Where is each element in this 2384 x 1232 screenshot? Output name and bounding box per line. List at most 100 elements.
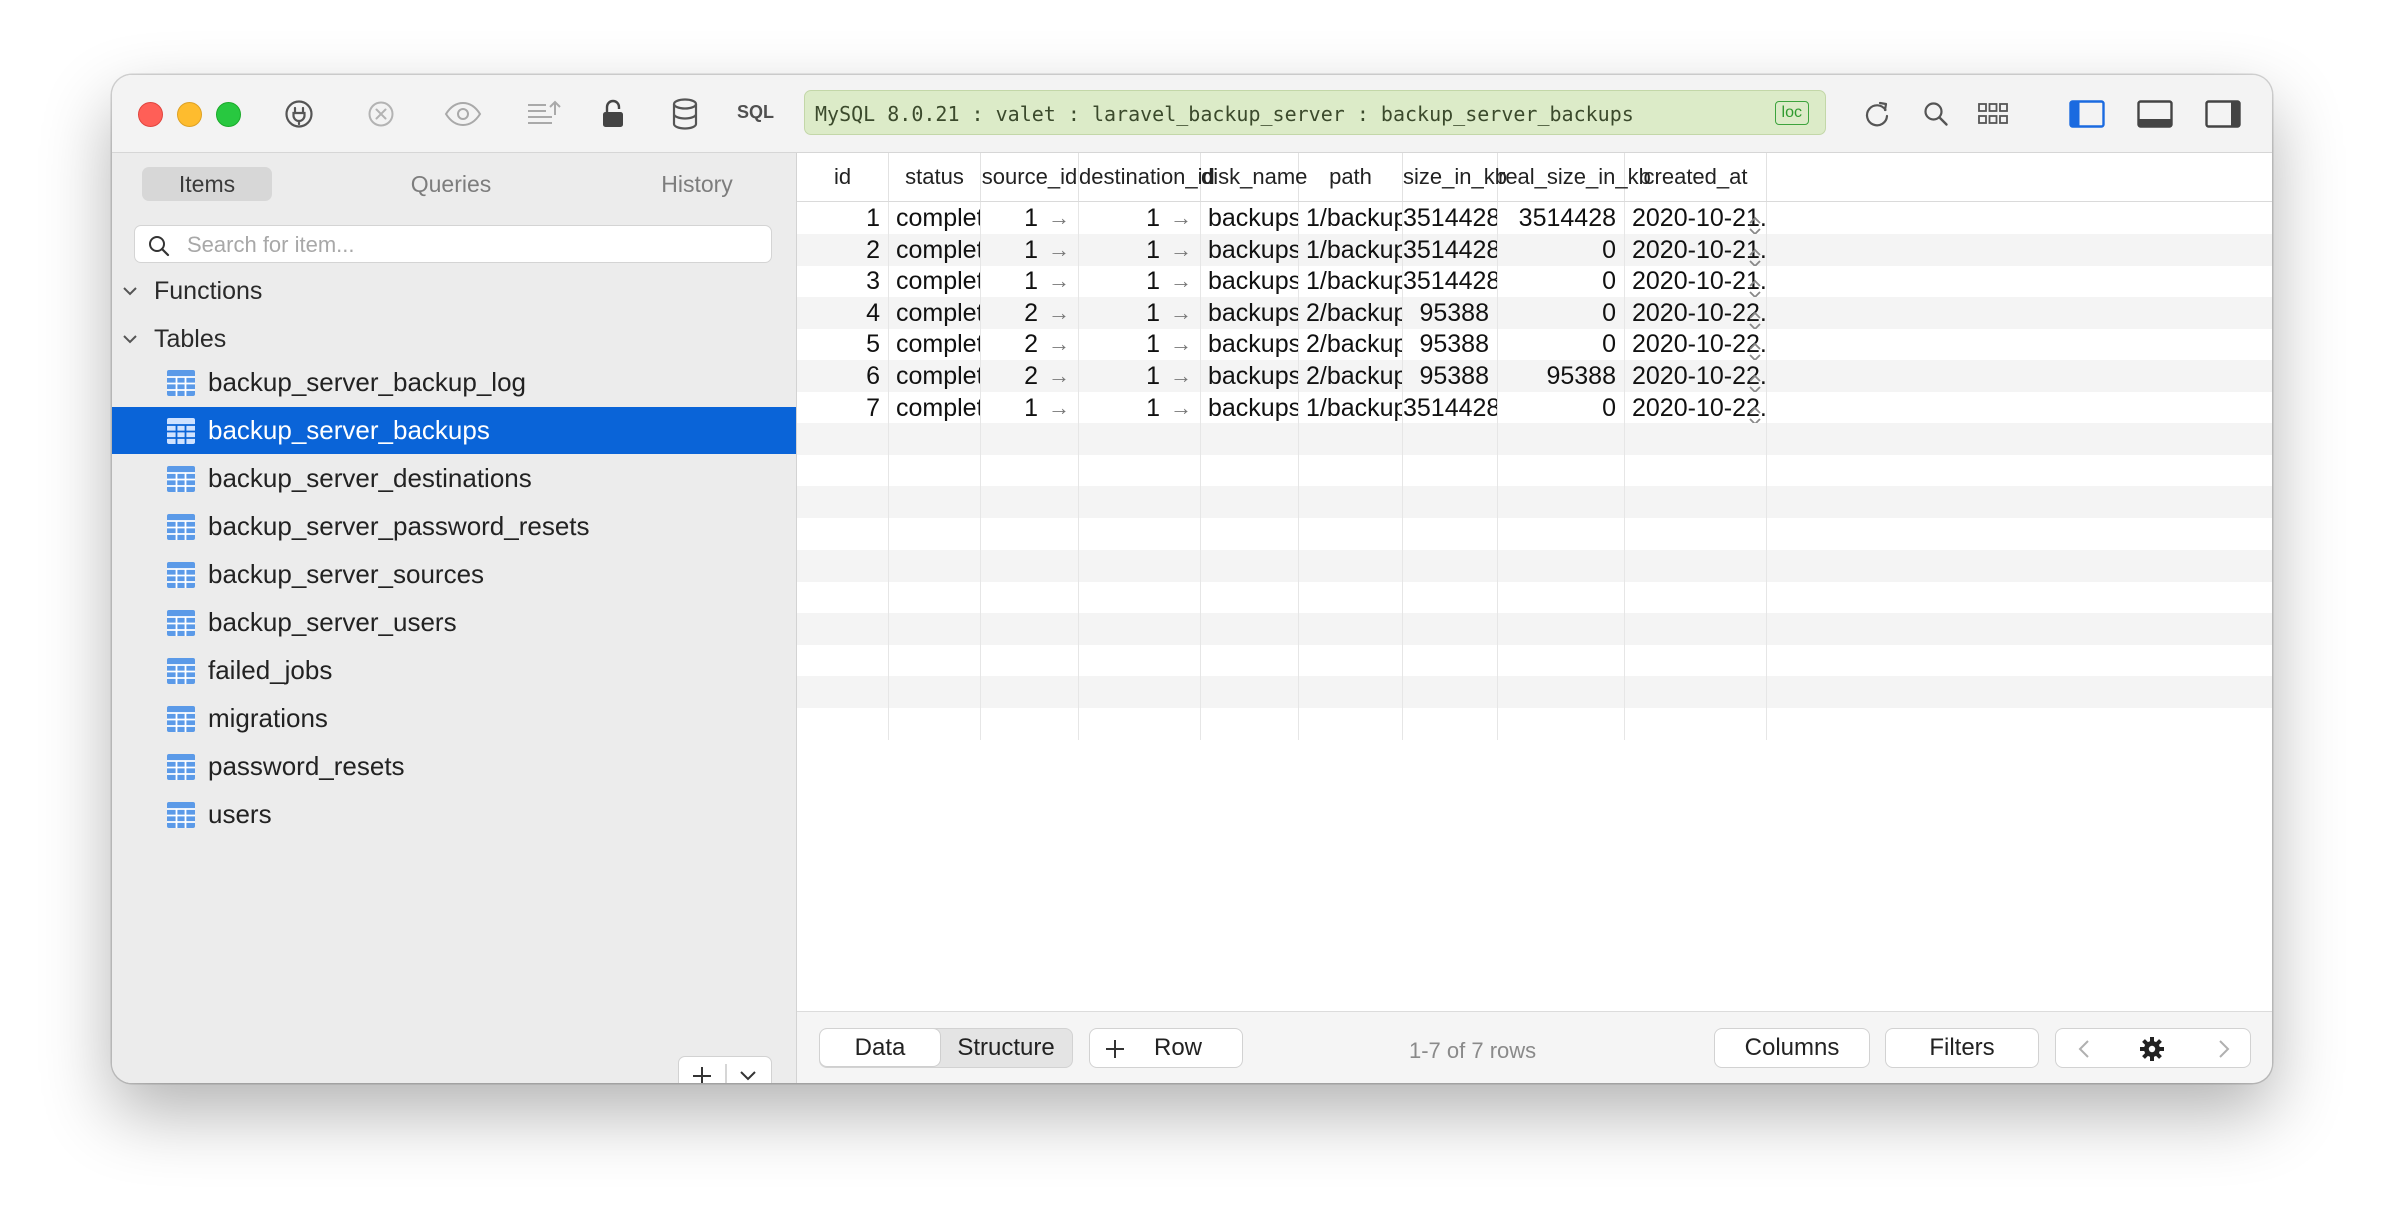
cell-disk-name[interactable]: backups: [1201, 392, 1299, 424]
column-header-destination-id[interactable]: destination_id: [1079, 153, 1215, 201]
cell-disk-name[interactable]: backups: [1201, 328, 1299, 360]
sidebar-item-backup-server-backups[interactable]: backup_server_backups: [112, 407, 796, 454]
toggle-bottom-panel-icon[interactable]: [2136, 95, 2174, 133]
cell-destination-id[interactable]: 1 →: [1079, 265, 1201, 297]
column-header-status[interactable]: status: [889, 153, 981, 201]
minimize-window-button[interactable]: [177, 102, 202, 127]
gear-icon[interactable]: [2139, 1036, 2165, 1062]
group-tables[interactable]: Tables: [112, 317, 796, 361]
cell-status[interactable]: completed: [889, 202, 981, 234]
cell-id[interactable]: 5: [797, 328, 889, 360]
column-header-disk-name[interactable]: disk_name: [1201, 153, 1307, 201]
cell-real-size-in-kb[interactable]: 0: [1498, 297, 1625, 329]
sidebar-item-users[interactable]: users: [112, 791, 796, 838]
updown-stepper-icon[interactable]: [1748, 215, 1762, 234]
cell-disk-name[interactable]: backups: [1201, 202, 1299, 234]
add-item-button[interactable]: [678, 1056, 772, 1083]
sidebar-item-backup-server-backup-log[interactable]: backup_server_backup_log: [112, 359, 796, 406]
cell-created-at[interactable]: 2020-10-22...: [1625, 392, 1767, 424]
cell-real-size-in-kb[interactable]: 0: [1498, 328, 1625, 360]
sidebar-item-migrations[interactable]: migrations: [112, 695, 796, 742]
cell-created-at[interactable]: 2020-10-21...: [1625, 202, 1767, 234]
cell-size-in-kb[interactable]: 3514428: [1403, 265, 1498, 297]
tab-queries[interactable]: Queries: [386, 167, 516, 201]
table-row[interactable]: 6completed2→1→backups2/backup-...9538895…: [797, 360, 2272, 392]
search-field[interactable]: [134, 225, 772, 263]
cell-size-in-kb[interactable]: 95388: [1403, 328, 1498, 360]
cell-disk-name[interactable]: backups: [1201, 297, 1299, 329]
cell-status[interactable]: completed: [889, 265, 981, 297]
table-row[interactable]: 7completed1→1→backups1/backup-...3514428…: [797, 392, 2272, 424]
tab-structure[interactable]: Structure: [940, 1029, 1072, 1066]
foreign-key-arrow-icon[interactable]: →: [1170, 202, 1192, 234]
column-header-created-at[interactable]: created_at: [1625, 153, 1767, 201]
cell-path[interactable]: 2/backup-...: [1299, 328, 1403, 360]
table-row[interactable]: 5completed2→1→backups2/backup-...9538802…: [797, 328, 2272, 360]
foreign-key-arrow-icon[interactable]: →: [1048, 328, 1070, 360]
tab-items[interactable]: Items: [142, 167, 272, 201]
foreign-key-arrow-icon[interactable]: →: [1170, 328, 1192, 360]
search-input[interactable]: [185, 230, 759, 260]
group-functions[interactable]: Functions: [112, 269, 796, 313]
cell-path[interactable]: 1/backup-...: [1299, 392, 1403, 424]
cell-path[interactable]: 1/backup-...: [1299, 265, 1403, 297]
cell-size-in-kb[interactable]: 95388: [1403, 297, 1498, 329]
column-header-path[interactable]: path: [1299, 153, 1403, 201]
cell-path[interactable]: 1/backup-...: [1299, 202, 1403, 234]
cell-status[interactable]: completed: [889, 328, 981, 360]
database-icon[interactable]: [666, 95, 704, 133]
cell-path[interactable]: 1/backup-...: [1299, 234, 1403, 266]
cell-status[interactable]: completed: [889, 392, 981, 424]
cell-id[interactable]: 6: [797, 360, 889, 392]
filters-button[interactable]: Filters: [1885, 1028, 2039, 1068]
chevron-left-icon[interactable]: [2076, 1038, 2092, 1060]
cell-path[interactable]: 2/backup-...: [1299, 297, 1403, 329]
cell-source-id[interactable]: 1 →: [981, 234, 1079, 266]
column-header-size-in-kb[interactable]: size_in_kb: [1403, 153, 1507, 201]
foreign-key-arrow-icon[interactable]: →: [1170, 265, 1192, 297]
cell-real-size-in-kb[interactable]: 0: [1498, 392, 1625, 424]
cell-created-at[interactable]: 2020-10-21...: [1625, 234, 1767, 266]
foreign-key-arrow-icon[interactable]: →: [1170, 360, 1192, 392]
tab-data[interactable]: Data: [820, 1029, 940, 1066]
cell-status[interactable]: completed: [889, 234, 981, 266]
cell-created-at[interactable]: 2020-10-21...: [1625, 265, 1767, 297]
cell-destination-id[interactable]: 1 →: [1079, 328, 1201, 360]
foreign-key-arrow-icon[interactable]: →: [1048, 392, 1070, 424]
cell-status[interactable]: completed: [889, 297, 981, 329]
lock-icon[interactable]: [594, 95, 632, 133]
cell-id[interactable]: 7: [797, 392, 889, 424]
cell-id[interactable]: 2: [797, 234, 889, 266]
foreign-key-arrow-icon[interactable]: →: [1170, 234, 1192, 266]
add-row-button[interactable]: Row: [1089, 1028, 1243, 1068]
cell-source-id[interactable]: 1 →: [981, 265, 1079, 297]
cell-created-at[interactable]: 2020-10-22...: [1625, 360, 1767, 392]
cell-size-in-kb[interactable]: 3514428: [1403, 234, 1498, 266]
grid-apps-icon[interactable]: [1974, 95, 2012, 133]
foreign-key-arrow-icon[interactable]: →: [1170, 297, 1192, 329]
sql-editor-button[interactable]: SQL: [737, 102, 774, 123]
cell-source-id[interactable]: 2 →: [981, 360, 1079, 392]
toggle-left-sidebar-icon[interactable]: [2068, 95, 2106, 133]
cell-id[interactable]: 4: [797, 297, 889, 329]
connection-status-bar[interactable]: MySQL 8.0.21 : valet : laravel_backup_se…: [804, 90, 1826, 135]
cell-source-id[interactable]: 2 →: [981, 328, 1079, 360]
cell-real-size-in-kb[interactable]: 3514428: [1498, 202, 1625, 234]
chevron-right-icon[interactable]: [2216, 1038, 2232, 1060]
cell-destination-id[interactable]: 1 →: [1079, 234, 1201, 266]
table-row[interactable]: 2completed1→1→backups1/backup-...3514428…: [797, 234, 2272, 266]
cell-disk-name[interactable]: backups: [1201, 234, 1299, 266]
sidebar-item-backup-server-users[interactable]: backup_server_users: [112, 599, 796, 646]
foreign-key-arrow-icon[interactable]: →: [1170, 392, 1192, 424]
cell-real-size-in-kb[interactable]: 95388: [1498, 360, 1625, 392]
cell-status[interactable]: completed: [889, 360, 981, 392]
foreign-key-arrow-icon[interactable]: →: [1048, 234, 1070, 266]
updown-stepper-icon[interactable]: [1748, 247, 1762, 266]
connection-plug-icon[interactable]: [280, 95, 318, 133]
table-row[interactable]: 4completed2→1→backups2/backup-...9538802…: [797, 297, 2272, 329]
sidebar-item-password-resets[interactable]: password_resets: [112, 743, 796, 790]
cell-source-id[interactable]: 1 →: [981, 202, 1079, 234]
table-row[interactable]: 1completed1→1→backups1/backup-...3514428…: [797, 202, 2272, 234]
foreign-key-arrow-icon[interactable]: →: [1048, 202, 1070, 234]
sidebar-item-backup-server-password-resets[interactable]: backup_server_password_resets: [112, 503, 796, 550]
